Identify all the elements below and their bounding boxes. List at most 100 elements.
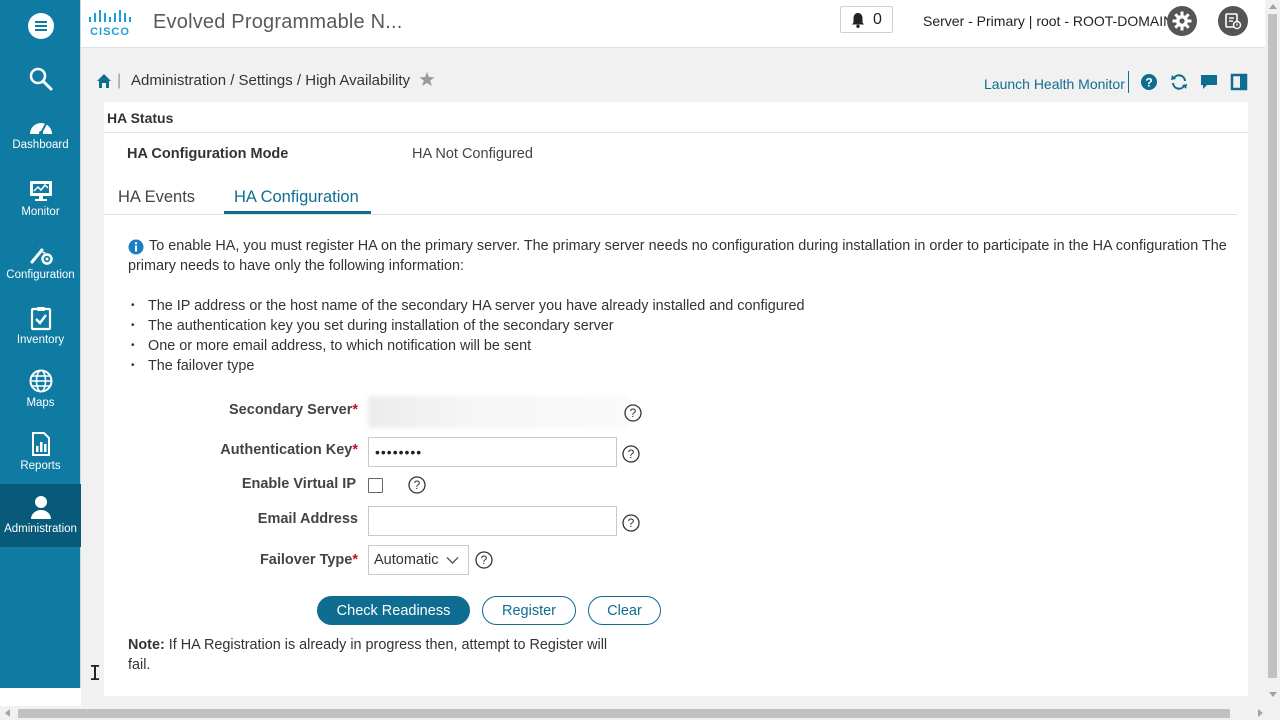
search-icon — [29, 67, 52, 91]
tab-divider — [104, 214, 1237, 215]
virtual-ip-label: Enable Virtual IP — [241, 476, 356, 492]
sidebar-item-label: Configuration — [6, 269, 75, 281]
clear-button[interactable]: Clear — [588, 596, 661, 625]
refresh-icon[interactable] — [1170, 73, 1188, 91]
enable-virtual-ip-checkbox[interactable] — [368, 478, 383, 493]
alarm-count: 0 — [873, 10, 882, 28]
help-icon[interactable]: ? — [1140, 73, 1158, 91]
list-item: The authentication key you set during in… — [131, 316, 805, 336]
utility-toolbar: ? — [1140, 73, 1248, 91]
ha-mode-label: HA Configuration Mode — [127, 146, 289, 162]
failover-type-select[interactable]: Automatic — [368, 545, 469, 575]
user-icon — [30, 496, 51, 519]
text-cursor-icon: I — [89, 661, 102, 685]
info-message: To enable HA, you must register HA on th… — [128, 238, 1227, 274]
svg-text:?: ? — [630, 406, 637, 420]
vertical-scrollbar[interactable] — [1265, 0, 1280, 706]
breadcrumb-separator: | — [117, 72, 122, 89]
svg-text:?: ? — [628, 447, 635, 461]
user-profile-icon — [1225, 13, 1242, 30]
bell-icon — [852, 12, 865, 28]
favorite-star-button[interactable] — [419, 71, 435, 92]
svg-text:CISCO: CISCO — [90, 26, 130, 38]
virtual-ip-help-icon[interactable]: ? — [408, 476, 426, 494]
secondary-server-help-icon[interactable]: ? — [624, 404, 642, 422]
dashboard-icon — [29, 123, 52, 135]
sidebar-item-inventory[interactable]: Inventory — [0, 295, 81, 358]
cisco-logo: CISCO — [87, 8, 139, 43]
reports-icon — [31, 432, 50, 456]
ha-mode-value: HA Not Configured — [412, 146, 533, 162]
scroll-up-arrow-icon[interactable] — [1269, 4, 1277, 9]
divider — [104, 132, 1248, 133]
settings-button[interactable] — [1167, 6, 1197, 36]
registration-note: Note: If HA Registration is already in p… — [128, 635, 628, 675]
list-item: One or more email address, to which noti… — [131, 336, 805, 356]
monitor-icon — [29, 181, 52, 201]
globe-icon — [29, 369, 52, 393]
tab-ha-configuration[interactable]: HA Configuration — [234, 188, 359, 207]
note-text: If HA Registration is already in progres… — [128, 637, 608, 673]
sidebar-item-dashboard[interactable]: Dashboard — [0, 106, 81, 169]
failover-type-label: Failover Type* — [259, 552, 358, 568]
info-icon — [128, 239, 144, 260]
breadcrumb: Administration / Settings / High Availab… — [131, 72, 411, 89]
chat-icon[interactable] — [1200, 73, 1218, 91]
configuration-icon — [30, 246, 53, 265]
search-button[interactable] — [0, 66, 81, 92]
sidebar-item-maps[interactable]: Maps — [0, 358, 81, 421]
left-nav-sidebar: Dashboard Monitor Configuration Inventor… — [0, 0, 81, 688]
failover-help-icon[interactable]: ? — [475, 551, 493, 569]
email-address-label: Email Address — [257, 511, 358, 527]
auth-key-help-icon[interactable]: ? — [622, 445, 640, 463]
inventory-icon — [30, 307, 51, 331]
star-icon — [419, 72, 435, 86]
hamburger-menu-button[interactable] — [0, 12, 81, 40]
failover-type-value: Automatic — [374, 552, 439, 568]
top-header: CISCO Evolved Programmable N... 0 Server… — [81, 0, 1265, 48]
sidebar-item-label: Dashboard — [12, 139, 69, 151]
gear-icon — [1172, 11, 1192, 31]
horizontal-scrollbar[interactable] — [0, 706, 1280, 720]
scroll-left-arrow-icon[interactable] — [5, 709, 10, 717]
sidebar-item-administration[interactable]: Administration — [0, 484, 81, 547]
user-profile-button[interactable] — [1218, 6, 1248, 36]
scroll-thumb[interactable] — [1268, 14, 1277, 678]
sidebar-item-label: Administration — [4, 523, 77, 535]
scroll-right-arrow-icon[interactable] — [1258, 709, 1263, 717]
sidebar-item-label: Inventory — [16, 334, 65, 346]
auth-key-label: Authentication Key* — [220, 442, 358, 458]
chevron-down-icon — [446, 557, 459, 564]
sidebar-item-label: Monitor — [21, 206, 60, 218]
list-item: The IP address or the host name of the s… — [131, 296, 805, 316]
svg-text:?: ? — [628, 516, 635, 530]
sidebar-item-label: Reports — [20, 460, 61, 472]
email-help-icon[interactable]: ? — [622, 514, 640, 532]
sidebar-item-monitor[interactable]: Monitor — [0, 169, 81, 232]
launch-health-monitor-link[interactable]: Launch Health Monitor — [984, 76, 1125, 92]
sidebar-item-label: Maps — [26, 397, 55, 409]
server-user-info: Server - Primary | root - ROOT-DOMAIN — [923, 13, 1174, 29]
panel-toggle-icon[interactable] — [1230, 73, 1248, 91]
tab-ha-events[interactable]: HA Events — [118, 188, 195, 207]
toolbar-divider — [1128, 71, 1129, 93]
sidebar-item-reports[interactable]: Reports — [0, 421, 81, 484]
alarm-bell-button[interactable]: 0 — [840, 6, 893, 33]
svg-text:?: ? — [481, 553, 488, 567]
home-button[interactable] — [96, 73, 112, 94]
register-button[interactable]: Register — [482, 596, 576, 625]
auth-key-input[interactable] — [368, 437, 617, 467]
scroll-down-arrow-icon[interactable] — [1269, 692, 1277, 697]
app-title: Evolved Programmable N... — [153, 11, 403, 33]
svg-text:?: ? — [414, 478, 421, 492]
secondary-server-label: Secondary Server* — [229, 402, 358, 418]
svg-text:?: ? — [1145, 76, 1152, 90]
secondary-server-input[interactable] — [368, 396, 630, 428]
ha-status-title: HA Status — [107, 110, 174, 126]
note-label: Note: — [128, 637, 165, 653]
check-readiness-button[interactable]: Check Readiness — [317, 596, 470, 625]
sidebar-footer — [0, 688, 81, 708]
sidebar-item-configuration[interactable]: Configuration — [0, 232, 81, 295]
email-address-input[interactable] — [368, 506, 617, 536]
scroll-thumb[interactable] — [18, 709, 1230, 718]
